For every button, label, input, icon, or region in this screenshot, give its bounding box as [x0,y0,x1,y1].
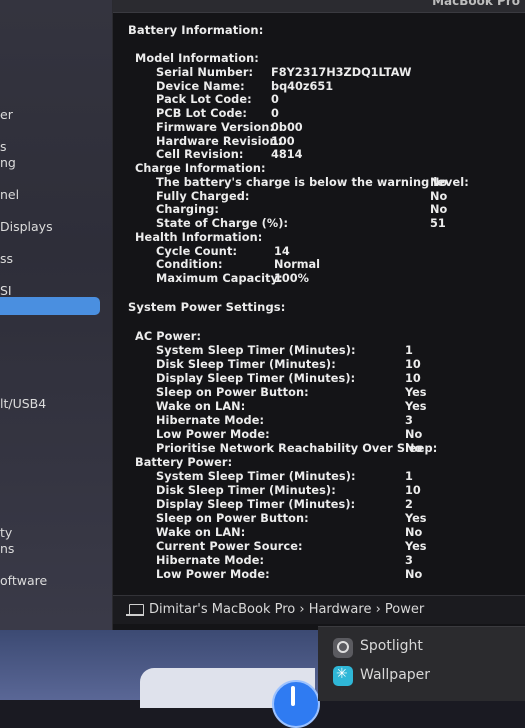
wallpaper-item[interactable]: Wallpaper [360,667,430,683]
sidebar-item[interactable]: Displays [0,219,53,234]
sidebar-item[interactable]: oftware [0,573,47,588]
battery-power-heading: Battery Power: [135,456,233,469]
info-value: 1 [405,344,413,357]
info-label: Wake on LAN: [156,400,246,413]
spotlight-item[interactable]: Spotlight [360,638,423,654]
info-label: Serial Number: [156,66,254,79]
add-button[interactable] [272,680,320,728]
info-value: 2 [405,498,413,511]
info-value: No [405,568,423,581]
sidebar-item[interactable]: ns [0,541,14,556]
info-label: PCB Lot Code: [156,107,248,120]
info-value: 0 [271,107,279,120]
info-label: Wake on LAN: [156,526,246,539]
plus-icon [291,686,295,706]
info-label: Cell Revision: [156,148,244,161]
info-label: Hardware Revision: [156,135,283,148]
wallpaper-icon [333,666,353,686]
info-value: No [430,190,448,203]
info-label: Condition: [156,258,223,271]
info-label: Cycle Count: [156,245,238,258]
info-value: bq40z651 [271,80,334,93]
sidebar-item[interactable]: er [0,107,13,122]
spotlight-icon [333,638,353,658]
info-value: Yes [405,386,427,399]
info-label: System Sleep Timer (Minutes): [156,344,356,357]
info-value: 10 [405,358,421,371]
info-label: Sleep on Power Button: [156,512,309,525]
info-value: F8Y2317H3ZDQ1LTAW [271,66,412,79]
info-label: Disk Sleep Timer (Minutes): [156,484,336,497]
info-value: Normal [274,258,321,271]
info-value: 10 [405,484,421,497]
settings-sidebar: er s ng nel Displays ss SI lt/USB4 ty ns… [0,0,112,630]
info-label: Pack Lot Code: [156,93,252,106]
sidebar-item[interactable]: ty [0,525,12,540]
info-label: State of Charge (%): [156,217,289,230]
info-label: Fully Charged: [156,190,250,203]
info-value: 51 [430,217,446,230]
system-information-window: MacBook Pro Battery Information: Model I… [112,0,525,630]
sidebar-item[interactable]: ng [0,155,16,170]
info-value: 14 [274,245,290,258]
info-value: No [405,442,423,455]
laptop-icon [126,604,144,616]
info-value: 3 [405,414,413,427]
info-value: 10 [405,372,421,385]
path-bar: Dimitar's MacBook Pro › Hardware › Power [113,595,525,624]
report-content: Battery Information: Model Information: … [113,0,525,595]
info-value: 0b00 [271,121,303,134]
info-label: Sleep on Power Button: [156,386,309,399]
sidebar-item[interactable]: lt/USB4 [0,396,46,411]
sidebar-selection-highlight [0,297,100,315]
info-value: No [430,176,448,189]
info-label: Charging: [156,203,220,216]
sidebar-item[interactable]: ss [0,251,13,266]
sidebar-item[interactable]: nel [0,187,19,202]
info-label: The battery's charge is below the warnin… [156,176,469,189]
sidebar-item[interactable]: s [0,139,7,154]
info-label: Current Power Source: [156,540,303,553]
info-value: Yes [405,400,427,413]
info-value: No [405,526,423,539]
info-label: Firmware Version: [156,121,275,134]
info-value: No [430,203,448,216]
info-value: 0 [271,93,279,106]
info-value: 3 [405,554,413,567]
info-value: 4814 [271,148,303,161]
info-value: Yes [405,540,427,553]
info-value: 100% [274,272,309,285]
health-information-heading: Health Information: [135,231,263,244]
info-value: Yes [405,512,427,525]
info-label: Low Power Mode: [156,428,270,441]
info-label: Hibernate Mode: [156,554,265,567]
info-label: System Sleep Timer (Minutes): [156,470,356,483]
charge-information-heading: Charge Information: [135,162,266,175]
info-label: Low Power Mode: [156,568,270,581]
info-label: Disk Sleep Timer (Minutes): [156,358,336,371]
info-label: Display Sleep Timer (Minutes): [156,498,356,511]
info-label: Maximum Capacity: [156,272,283,285]
info-value: No [405,428,423,441]
sidebar-item[interactable]: SI [0,283,12,298]
info-label: Device Name: [156,80,245,93]
breadcrumb[interactable]: Dimitar's MacBook Pro › Hardware › Power [149,602,424,617]
system-power-settings-heading: System Power Settings: [128,300,286,314]
ac-power-heading: AC Power: [135,330,202,343]
info-label: Display Sleep Timer (Minutes): [156,372,356,385]
info-value: 100 [271,135,295,148]
battery-information-heading: Battery Information: [128,23,264,37]
info-label: Hibernate Mode: [156,414,265,427]
model-information-heading: Model Information: [135,52,259,65]
info-label: Prioritise Network Reachability Over Sle… [156,442,438,455]
info-value: 1 [405,470,413,483]
